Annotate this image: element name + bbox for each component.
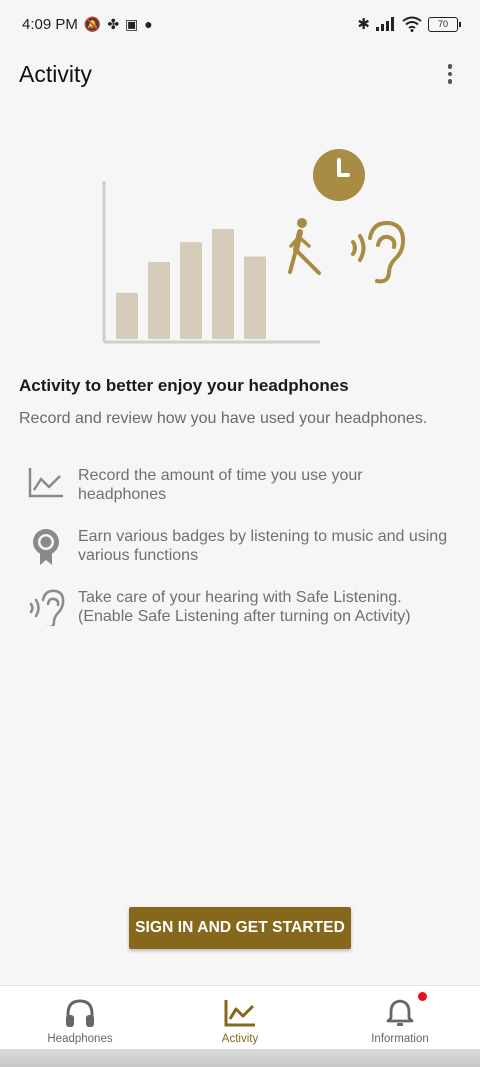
activity-illustration — [102, 149, 406, 344]
app-bar: Activity — [0, 48, 480, 100]
feature-item-safe-listening: Take care of your hearing with Safe List… — [20, 588, 460, 628]
ear-sound-icon — [351, 220, 406, 284]
bottom-nav: Headphones Activity Information — [0, 985, 480, 1050]
bluetooth-icon: ✱ — [357, 16, 370, 33]
status-bar: 4:09 PM 🔕 ✤ ▣ ● ✱ 70 — [0, 0, 480, 48]
sign-in-button[interactable]: SIGN IN AND GET STARTED — [129, 907, 351, 949]
nav-label: Information — [371, 1033, 429, 1045]
illustration-bars — [116, 229, 266, 339]
nav-label: Activity — [221, 1033, 259, 1045]
headphones-icon — [66, 999, 94, 1027]
feature-text-line: (Enable Safe Listening after turning on … — [78, 608, 411, 625]
status-left: 4:09 PM 🔕 ✤ ▣ ● — [22, 16, 153, 33]
feature-text: Take care of your hearing with Safe List… — [78, 588, 411, 626]
feature-text: Earn various badges by listening to musi… — [78, 527, 447, 565]
status-time: 4:09 PM — [22, 15, 78, 33]
feature-text-line: Earn various badges by listening to musi… — [78, 528, 448, 545]
feature-text-line: various functions — [78, 547, 199, 564]
intro-description: Record and review how you have used your… — [19, 410, 428, 427]
feature-text-line: Take care of your hearing with Safe List… — [78, 589, 402, 606]
more-dot — [447, 71, 453, 77]
feature-item-record-time: Record the amount of time you use your h… — [20, 466, 460, 506]
illustration-bar — [212, 229, 234, 339]
walking-person-icon — [288, 218, 321, 275]
nav-item-information[interactable]: Information — [320, 986, 480, 1050]
activity-chart-icon — [224, 1000, 255, 1027]
bell-icon — [386, 999, 414, 1026]
illustration-bar — [148, 262, 170, 339]
page-title: Activity — [19, 60, 92, 87]
system-navigation-bar — [0, 1049, 480, 1067]
nav-item-headphones[interactable]: Headphones — [0, 986, 160, 1050]
activity-chart-icon — [20, 466, 72, 506]
more-dot — [447, 64, 453, 69]
nav-label: Headphones — [47, 1033, 113, 1045]
illustration-bar — [180, 242, 202, 339]
nav-item-activity[interactable]: Activity — [160, 986, 320, 1050]
feature-text-line: Record the amount of time you use your — [78, 467, 363, 484]
wifi-icon — [402, 16, 422, 32]
clock-icon — [313, 149, 365, 201]
feature-text: Record the amount of time you use your h… — [78, 466, 363, 504]
notification-icon: ▣ — [125, 15, 139, 32]
pinwheel-icon: ✤ — [107, 15, 120, 32]
signal-icon — [376, 17, 394, 31]
battery-indicator: 70 — [428, 16, 461, 32]
ear-sound-icon — [20, 588, 72, 628]
mute-icon: 🔕 — [83, 15, 102, 32]
illustration-bar — [116, 292, 138, 339]
feature-item-badges: Earn various badges by listening to musi… — [20, 527, 460, 567]
illustration-bar — [244, 256, 266, 339]
intro-title: Activity to better enjoy your headphones — [19, 376, 349, 395]
badge-medal-icon — [20, 527, 72, 567]
feature-text-line: headphones — [78, 486, 167, 503]
more-options-button[interactable] — [438, 62, 462, 86]
notification-badge — [418, 992, 427, 1001]
more-dot — [447, 79, 453, 84]
app-icon: ● — [144, 16, 153, 32]
status-right: ✱ 70 — [357, 15, 461, 33]
